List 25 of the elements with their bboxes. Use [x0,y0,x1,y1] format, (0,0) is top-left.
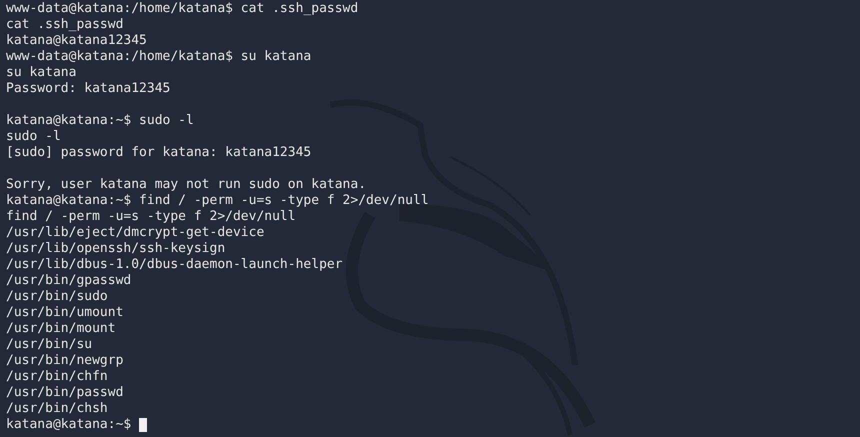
prompt: katana@katana:~$ [6,417,132,433]
terminal-line: katana@katana:~$ sudo -l [6,113,194,129]
terminal-line: /usr/bin/sudo [6,289,108,305]
terminal-line: [sudo] password for katana: katana12345 [6,145,312,161]
terminal-line: /usr/bin/passwd [6,385,124,401]
terminal-line: /usr/lib/eject/dmcrypt-get-device [6,225,264,241]
terminal-line: katana@katana:~$ find / -perm -u=s -type f 2>/dev/null [6,193,429,209]
terminal-line: find / -perm -u=s -type f 2>/dev/null [6,209,296,225]
terminal-line: /usr/bin/su [6,337,92,353]
terminal-line: cat .ssh_passwd [6,17,124,33]
terminal-line: /usr/lib/openssh/ssh-keysign [6,241,226,257]
terminal-line: /usr/bin/chfn [6,369,108,385]
terminal-line: www-data@katana:/home/katana$ cat .ssh_passwd [6,1,358,17]
terminal-line: katana@katana12345 [6,33,147,49]
terminal-line: su katana [6,65,76,81]
terminal-line: Sorry, user katana may not run sudo on katana. [6,177,366,193]
terminal-line: sudo -l [6,129,61,145]
terminal-line: /usr/lib/dbus-1.0/dbus-daemon-launch-helper [6,257,343,273]
terminal-line: /usr/bin/mount [6,321,116,337]
terminal-line: www-data@katana:/home/katana$ su katana [6,49,312,65]
terminal-line: /usr/bin/newgrp [6,353,124,369]
terminal-line: Password: katana12345 [6,81,170,97]
terminal-line: /usr/bin/chsh [6,401,108,417]
terminal-line: /usr/bin/umount [6,305,124,321]
terminal-line: /usr/bin/gpasswd [6,273,132,289]
